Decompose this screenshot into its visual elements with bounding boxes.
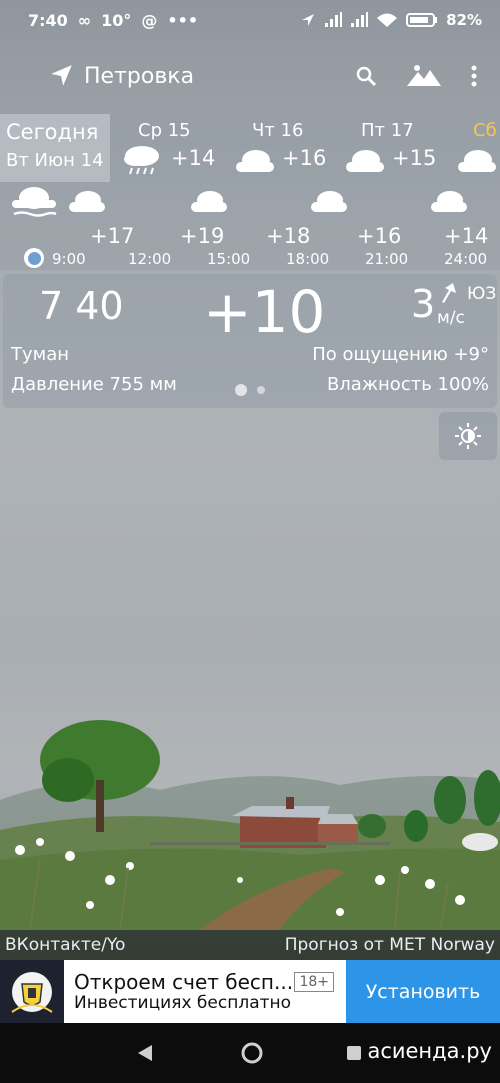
ad-banner[interactable]: Откроем счет бесп... Инвестициях бесплат… [0, 960, 500, 1023]
forecast-source-link[interactable]: Прогноз от MET Norway [285, 935, 495, 955]
cloud-icon [346, 150, 384, 172]
current-conditions-card[interactable]: 7 40 +10 3 ЮЗ м/с Туман По ощущению +9° … [3, 274, 497, 408]
status-indicator: ••• [167, 10, 199, 30]
day-item[interactable]: Ср 15 +14 [122, 114, 222, 182]
page-dot-active [235, 384, 247, 396]
status-indicator: 10° [101, 10, 132, 30]
battery-icon [406, 13, 438, 27]
cloud-icon [191, 191, 227, 212]
current-time: 7 40 [39, 284, 124, 328]
daily-forecast-strip[interactable]: Сегодня Вт Июн 14 Ср 15 +14 Чт 16 +16 Пт… [0, 114, 500, 182]
wind-direction: ЮЗ [467, 284, 497, 304]
location-status-icon [302, 14, 315, 26]
day-temp: +14 [171, 146, 216, 170]
status-indicator: @ [141, 10, 158, 30]
ad-text[interactable]: Откроем счет бесп... Инвестициях бесплат… [64, 960, 346, 1023]
hour-time: 12:00 [128, 250, 172, 268]
home-icon[interactable] [240, 1041, 264, 1065]
cloud-icon [236, 150, 274, 172]
hour-temp: +19 [180, 224, 225, 248]
day-name: Сб [473, 120, 497, 141]
status-time: 7:40 [28, 10, 68, 30]
location-arrow-icon[interactable] [48, 63, 74, 89]
today-label: Сегодня [6, 120, 99, 144]
rain-cloud-icon [124, 146, 159, 175]
pressure: Давление 755 мм [11, 374, 177, 395]
signal-icon [351, 12, 369, 27]
day-temp: +16 [282, 146, 327, 170]
wind-speed: 3 [411, 282, 436, 326]
hour-time: 18:00 [286, 250, 330, 268]
back-icon[interactable] [136, 1044, 154, 1062]
today-date: Вт Июн 14 [6, 150, 104, 171]
hour-time: 24:00 [444, 250, 488, 268]
app-bar: Петровка [0, 40, 500, 112]
more-vert-icon[interactable] [470, 64, 478, 88]
day-name: Пт 17 [361, 120, 414, 141]
day-temp: +15 [392, 146, 437, 170]
watermark-text: асиенда.ру [367, 1039, 492, 1063]
navigation-bar: асиенда.ру [0, 1023, 500, 1083]
cloud-icon [431, 191, 467, 212]
landscape-icon[interactable] [406, 64, 442, 88]
day-name: Ср 15 [138, 120, 191, 141]
wind-direction-arrow-icon [442, 283, 456, 303]
hour-temp: +18 [266, 224, 311, 248]
bank-logo-icon [11, 971, 53, 1013]
day-item[interactable]: Пт 17 +15 [344, 114, 454, 182]
day-name: Чт 16 [252, 120, 304, 141]
humidity: Влажность 100% [326, 374, 489, 395]
cloud-icon [458, 150, 496, 172]
search-icon[interactable] [354, 64, 378, 88]
status-indicator: ∞ [77, 10, 92, 30]
vk-credit-link[interactable]: ВКонтакте/Yo [5, 935, 125, 955]
hour-time: 21:00 [365, 250, 409, 268]
fog-icon [12, 187, 57, 217]
recent-apps-icon[interactable] [346, 1045, 362, 1061]
sun-moon-icon [455, 423, 481, 449]
feels-like: По ощущению +9° [312, 344, 489, 365]
status-bar: 7:40 ∞ 10° @ ••• 82% [0, 0, 500, 40]
hourly-forecast-strip[interactable]: +17 +19 +18 +16 +14 9:00 12:00 15:00 18:… [0, 182, 500, 270]
credits-bar: ВКонтакте/Yo Прогноз от MET Norway [0, 930, 500, 960]
day-item[interactable]: Чт 16 +16 [234, 114, 344, 182]
ad-logo [0, 960, 64, 1023]
hour-time: 15:00 [207, 250, 251, 268]
page-indicator [235, 384, 265, 396]
current-temperature: +10 [203, 278, 326, 346]
signal-icon [325, 12, 343, 27]
today-tab[interactable]: Сегодня Вт Июн 14 [0, 114, 110, 182]
hour-time: 9:00 [52, 250, 86, 268]
cloud-icon [69, 191, 105, 212]
age-rating-badge: 18+ [294, 972, 334, 992]
hour-temp: +17 [90, 224, 135, 248]
cloud-icon [311, 191, 347, 212]
city-name[interactable]: Петровка [84, 64, 194, 89]
page-dot [257, 386, 265, 394]
ad-subtitle: Инвестициях бесплатно [74, 993, 292, 1013]
scene-toggle-button[interactable] [439, 412, 497, 460]
hour-temp: +16 [357, 224, 402, 248]
wifi-icon [377, 13, 398, 27]
battery-percent: 82% [446, 11, 482, 29]
day-item[interactable]: Сб [456, 114, 500, 182]
condition-text: Туман [11, 344, 70, 365]
hour-temp: +14 [444, 224, 489, 248]
current-hour-indicator [24, 248, 44, 268]
wind-unit: м/с [437, 308, 465, 328]
install-button[interactable]: Установить [346, 960, 500, 1023]
